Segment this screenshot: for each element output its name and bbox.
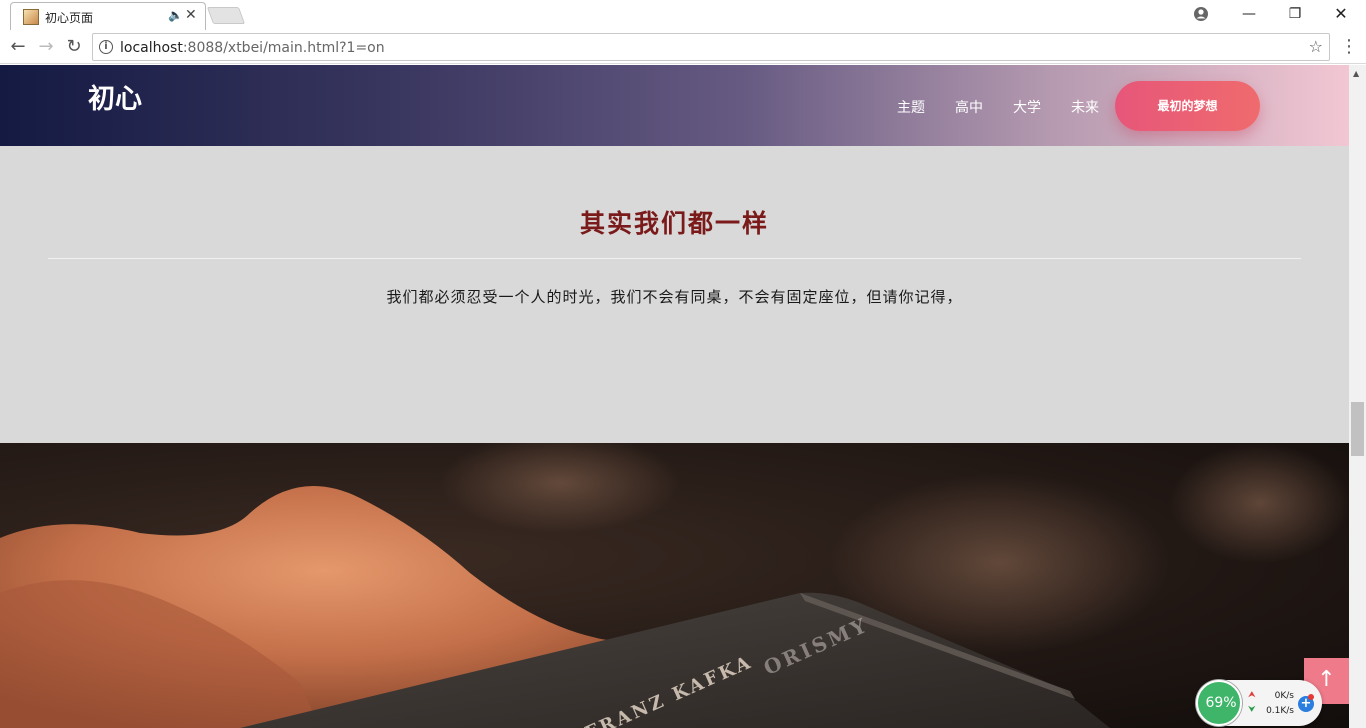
gauge-percent: 69% bbox=[1205, 695, 1237, 711]
tab-strip: 初心页面 🔈 ✕ — ❐ ✕ bbox=[0, 0, 1366, 30]
book-photo: FRANZ KAFKA ORISMY bbox=[0, 443, 1349, 728]
download-arrow-icon: ⮟ bbox=[1248, 705, 1256, 715]
browser-toolbar: ← → ↻ i localhost:8088/xtbei/main.html?1… bbox=[0, 30, 1366, 64]
site-brand[interactable]: 初心 bbox=[88, 77, 142, 116]
bookmark-star-icon[interactable]: ☆ bbox=[1309, 37, 1323, 56]
memory-gauge[interactable]: 69% bbox=[1196, 680, 1242, 726]
browser-tab[interactable]: 初心页面 🔈 ✕ bbox=[10, 2, 206, 30]
upload-speed: 0K/s bbox=[1274, 691, 1294, 701]
info-icon[interactable]: i bbox=[99, 40, 113, 54]
maximize-button[interactable]: ❐ bbox=[1272, 2, 1318, 28]
download-speed: 0.1K/s bbox=[1266, 706, 1294, 716]
page-favicon-icon bbox=[23, 9, 39, 25]
speaker-icon[interactable]: 🔈 bbox=[168, 8, 183, 22]
scrollbar-thumb[interactable] bbox=[1351, 402, 1364, 456]
browser-menu-icon[interactable]: ⋮ bbox=[1340, 38, 1358, 58]
dream-cta-button[interactable]: 最初的梦想 bbox=[1115, 81, 1260, 131]
reload-icon[interactable]: ↻ bbox=[62, 35, 86, 59]
nav-link-high-school[interactable]: 高中 bbox=[955, 97, 983, 117]
url-host: localhost bbox=[120, 40, 183, 56]
address-bar[interactable]: i localhost:8088/xtbei/main.html?1=on ☆ bbox=[92, 33, 1330, 61]
tab-title: 初心页面 bbox=[45, 11, 94, 25]
scroll-up-arrow-icon[interactable]: ▲ bbox=[1353, 69, 1359, 78]
page-scrollbar[interactable]: ▲ bbox=[1349, 65, 1366, 728]
page-viewport: 初心 主题 高中 大学 未来 最初的梦想 其实我们都一样 我们都必须忍受一个人的… bbox=[0, 65, 1349, 728]
forward-arrow-icon[interactable]: → bbox=[34, 35, 58, 59]
back-arrow-icon[interactable]: ← bbox=[6, 35, 30, 59]
new-tab-button[interactable] bbox=[206, 7, 246, 24]
intro-section: 其实我们都一样 我们都必须忍受一个人的时光，我们不会有同桌，不会有固定座位，但请… bbox=[0, 146, 1349, 443]
nav-link-future[interactable]: 未来 bbox=[1071, 97, 1099, 117]
section-divider bbox=[48, 258, 1301, 259]
url-text[interactable]: localhost:8088/xtbei/main.html?1=on bbox=[120, 40, 385, 56]
tab-close-icon[interactable]: ✕ bbox=[185, 7, 197, 23]
nav-link-theme[interactable]: 主题 bbox=[897, 97, 925, 117]
minimize-button[interactable]: — bbox=[1226, 2, 1272, 28]
upload-arrow-icon: ⮝ bbox=[1248, 690, 1256, 700]
profile-icon[interactable] bbox=[1192, 5, 1210, 23]
notification-dot bbox=[1308, 694, 1314, 700]
section-text: 我们都必须忍受一个人的时光，我们不会有同桌，不会有固定座位，但请你记得， bbox=[386, 288, 963, 306]
site-header: 初心 主题 高中 大学 未来 最初的梦想 bbox=[0, 65, 1349, 146]
nav-link-university[interactable]: 大学 bbox=[1013, 97, 1041, 117]
section-title: 其实我们都一样 bbox=[579, 209, 769, 238]
close-window-button[interactable]: ✕ bbox=[1318, 2, 1364, 28]
url-path: :8088/xtbei/main.html?1=on bbox=[182, 40, 385, 56]
network-speed-widget[interactable]: 69% ⮝ ⮟ 0K/s 0.1K/s + bbox=[1196, 680, 1322, 726]
arrow-up-icon: ↑ bbox=[1317, 667, 1336, 692]
